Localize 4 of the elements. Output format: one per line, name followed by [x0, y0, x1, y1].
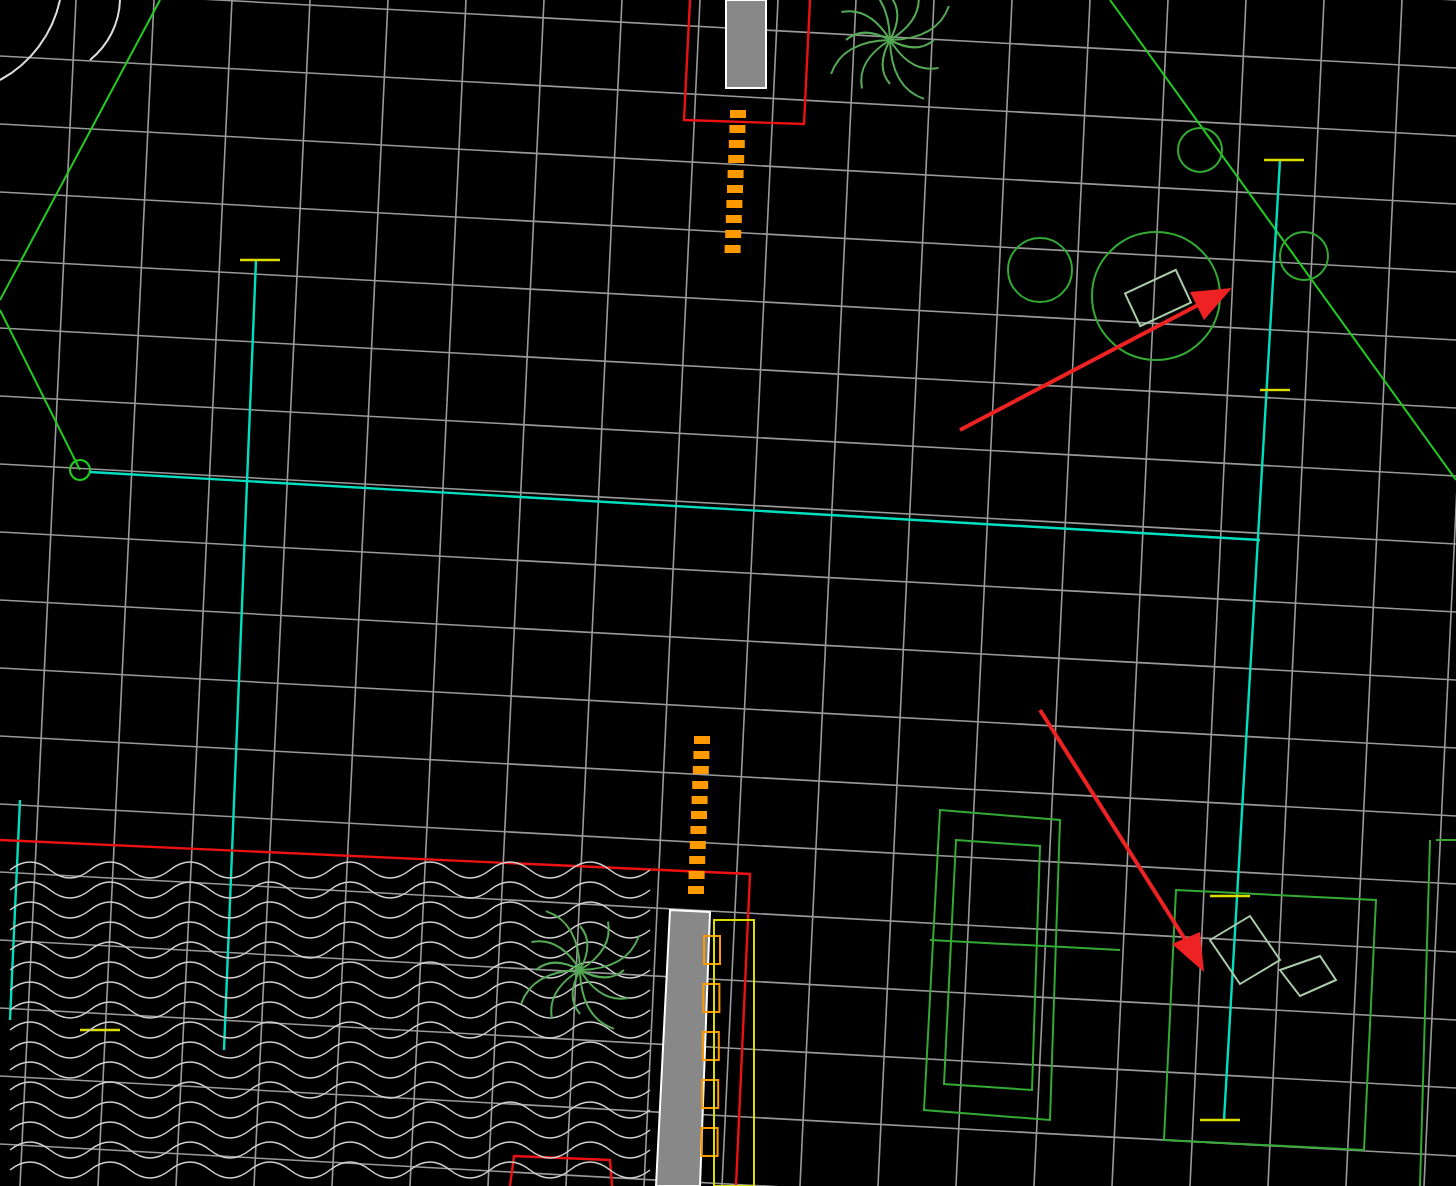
plant-drawing — [520, 910, 640, 1030]
wall-segment — [725, 0, 767, 89]
cad-canvas[interactable] — [0, 0, 1456, 1186]
plant-drawing — [830, 0, 950, 100]
